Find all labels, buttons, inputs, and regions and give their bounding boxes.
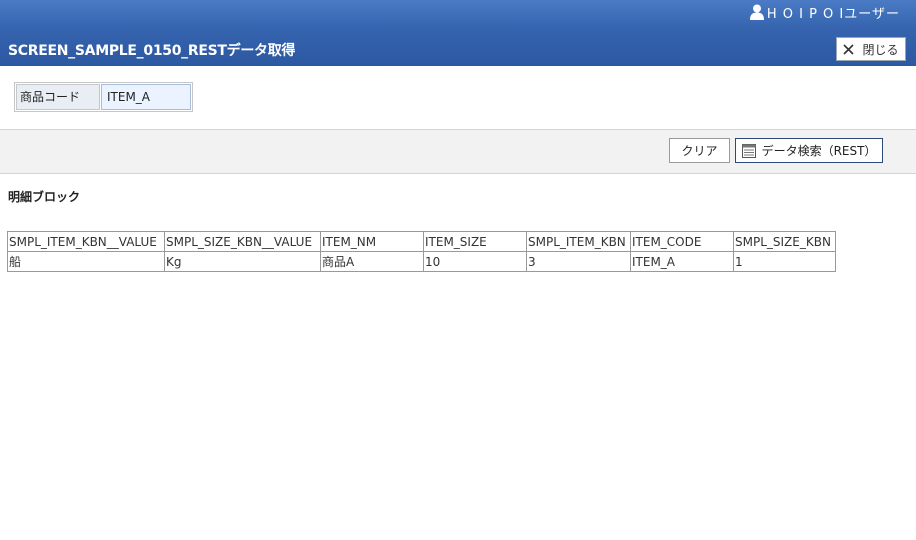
table-header-row: SMPL_ITEM_KBN__VALUE SMPL_SIZE_KBN__VALU…	[7, 231, 836, 252]
user-name: H O I P O Iユーザー	[766, 6, 900, 22]
column-header: ITEM_SIZE	[423, 231, 527, 252]
detail-table: SMPL_ITEM_KBN__VALUE SMPL_SIZE_KBN__VALU…	[7, 231, 836, 272]
app-header: H O I P O Iユーザー SCREEN_SAMPLE_0150_RESTデ…	[0, 0, 916, 66]
table-cell: 商品A	[320, 251, 424, 272]
user-menu[interactable]: H O I P O Iユーザー	[749, 3, 900, 22]
rest-search-button[interactable]: データ検索（REST）	[735, 138, 883, 163]
list-icon	[741, 143, 756, 158]
table-cell: ITEM_A	[630, 251, 734, 272]
user-icon	[749, 4, 764, 20]
table-cell: 船	[7, 251, 165, 272]
detail-block-title: 明細ブロック	[8, 190, 81, 204]
column-header: SMPL_SIZE_KBN__VALUE	[164, 231, 321, 252]
table-cell: 10	[423, 251, 527, 272]
clear-button[interactable]: クリア	[669, 138, 730, 163]
table-row: 船 Kg 商品A 10 3 ITEM_A 1	[7, 251, 836, 272]
column-header: SMPL_ITEM_KBN	[526, 231, 631, 252]
table-cell: 1	[733, 251, 836, 272]
close-button[interactable]: 閉じる	[836, 37, 906, 61]
close-icon	[843, 43, 855, 55]
column-header: ITEM_NM	[320, 231, 424, 252]
page-title: SCREEN_SAMPLE_0150_RESTデータ取得	[8, 43, 296, 59]
search-condition-table: 商品コード	[14, 82, 193, 112]
column-header: SMPL_ITEM_KBN__VALUE	[7, 231, 165, 252]
product-code-label: 商品コード	[16, 84, 100, 110]
table-cell: Kg	[164, 251, 321, 272]
close-button-label: 閉じる	[862, 42, 899, 57]
action-toolbar: クリア データ検索（REST）	[0, 129, 916, 174]
column-header: ITEM_CODE	[630, 231, 734, 252]
table-cell: 3	[526, 251, 631, 272]
column-header: SMPL_SIZE_KBN	[733, 231, 836, 252]
rest-search-button-label: データ検索（REST）	[761, 144, 877, 158]
product-code-input[interactable]	[101, 84, 191, 110]
